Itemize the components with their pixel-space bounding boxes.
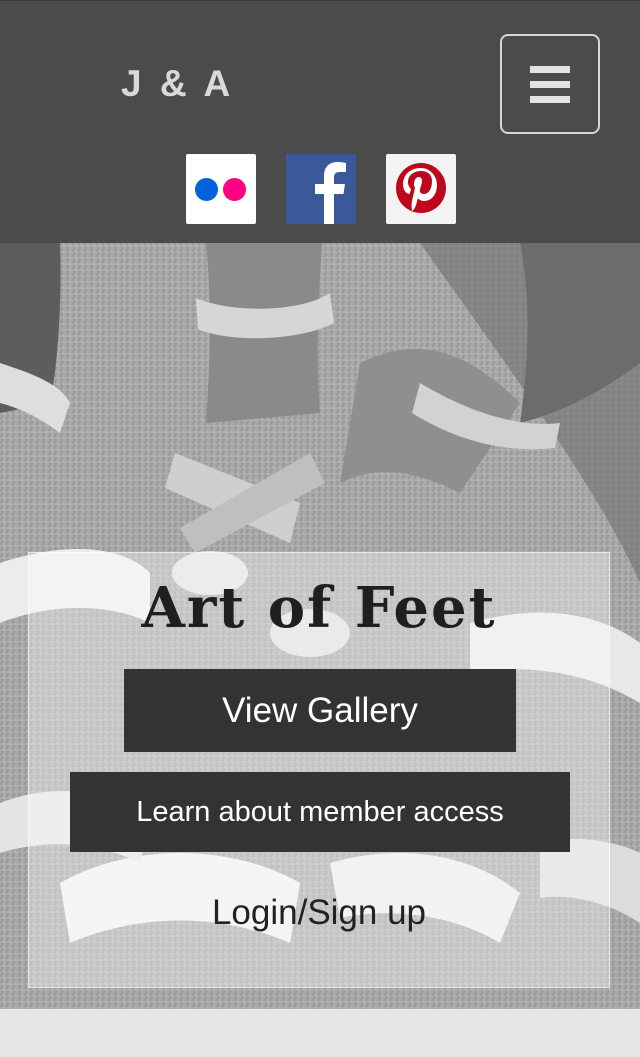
pinterest-icon — [396, 163, 446, 213]
flickr-link[interactable] — [186, 154, 256, 224]
hamburger-menu-icon — [530, 65, 570, 73]
pinterest-link[interactable] — [386, 154, 456, 224]
flickr-icon — [195, 178, 218, 201]
login-signup-link[interactable]: Login/Sign up — [29, 893, 609, 933]
site-logo[interactable]: J & A — [121, 63, 234, 105]
hamburger-menu-button[interactable] — [500, 34, 600, 134]
hero-title: Art of Feet — [141, 575, 497, 641]
facebook-icon — [286, 154, 356, 224]
site-header: J & A — [0, 0, 640, 243]
facebook-link[interactable] — [286, 154, 356, 224]
hero-panel: Art of Feet View Gallery Learn about mem… — [28, 552, 610, 988]
view-gallery-button[interactable]: View Gallery — [124, 669, 516, 752]
member-access-button[interactable]: Learn about member access — [70, 772, 570, 852]
hero-section: Art of Feet View Gallery Learn about mem… — [0, 243, 640, 1009]
footer-strip — [0, 1009, 640, 1057]
